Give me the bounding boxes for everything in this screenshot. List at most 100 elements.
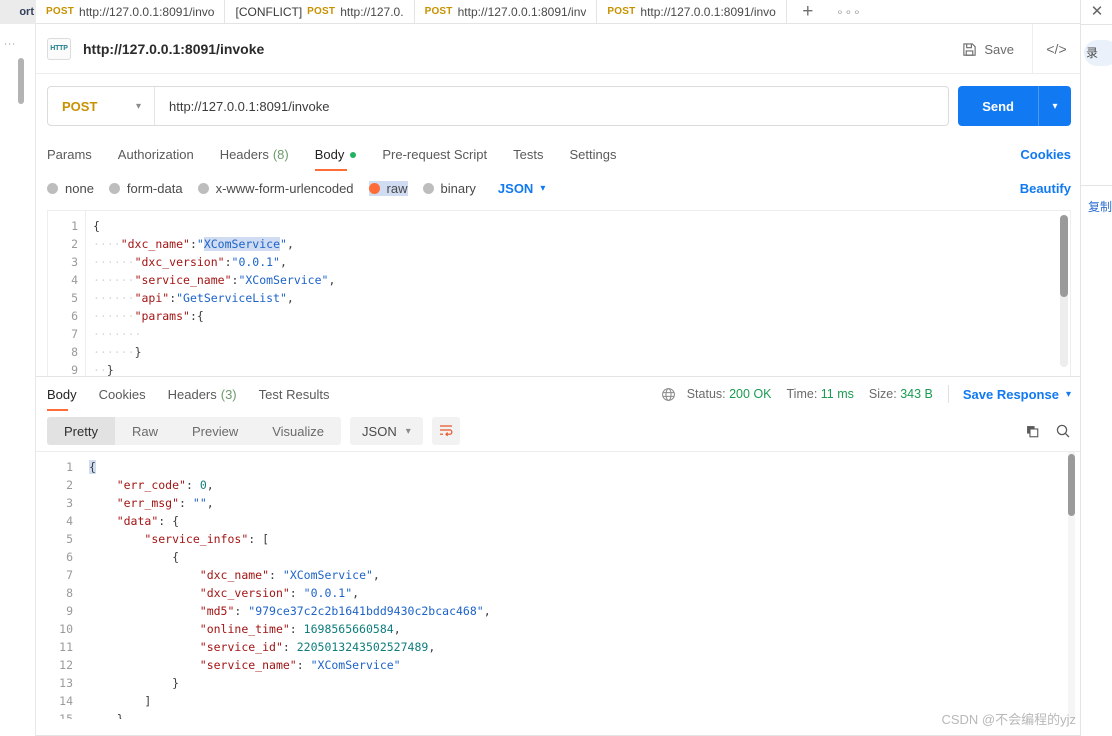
response-view-preview[interactable]: Preview: [175, 417, 255, 445]
request-tab-method: POST: [607, 6, 636, 17]
request-pane: HTTP http://127.0.0.1:8091/invoke Save <: [36, 24, 1080, 736]
postman-window: ort ∙∙∙ POST http://127.0.0.1:8091/invo …: [0, 0, 1112, 736]
body-format-value: JSON: [497, 180, 534, 196]
radio-icon: [108, 182, 120, 194]
http-protocol-icon: HTTP: [47, 37, 71, 60]
url-bar: POST ▾ Send ▾: [36, 74, 1080, 138]
edge-record-chip[interactable]: 录: [1084, 40, 1112, 66]
search-button[interactable]: [1055, 423, 1071, 439]
size-badge: Size: 343 B: [869, 387, 933, 401]
method-dropdown[interactable]: POST ▾: [48, 87, 155, 125]
right-edge-panel: ✕ 录 复制: [1080, 0, 1112, 736]
tab-pre-request-script[interactable]: Pre-request Script: [382, 138, 487, 171]
chevron-down-icon: ▾: [405, 425, 411, 437]
body-type-binary[interactable]: binary: [422, 180, 476, 196]
tab-headers[interactable]: Headers (8): [220, 138, 289, 171]
tab-headers-count: (8): [272, 147, 289, 162]
response-pane: Body Cookies Headers (3) Test Results St…: [36, 376, 1080, 719]
request-tab-url: http://127.0.0.1:8091/invo: [640, 4, 776, 19]
save-button[interactable]: Save: [954, 24, 1032, 74]
response-tab-cookies[interactable]: Cookies: [99, 378, 146, 411]
radio-icon: [422, 182, 434, 194]
url-input[interactable]: [155, 87, 949, 125]
new-tab-button[interactable]: +: [787, 0, 829, 23]
request-tab-url: http://127.0.: [340, 4, 404, 19]
tab-body[interactable]: Body: [314, 138, 357, 171]
request-tab-url: http://127.0.0.1:8091/inv: [457, 4, 587, 19]
body-type-none-label: none: [65, 180, 94, 196]
response-editor-content[interactable]: { "err_code": 0, "err_msg": "", "data": …: [83, 452, 1060, 719]
tab-settings-label: Settings: [569, 147, 617, 162]
request-editor-scrollbar-thumb[interactable]: [1060, 215, 1068, 297]
time-value: 11 ms: [820, 387, 854, 401]
body-type-none[interactable]: none: [47, 181, 94, 196]
response-editor-gutter: 1 2 3 4 5 6 7 8 9 10 11 12 13 14 15: [36, 452, 82, 719]
save-response-label: Save Response: [962, 386, 1059, 402]
status-label: Status:: [686, 387, 726, 401]
request-tab-url: http://127.0.0.1:8091/invo: [79, 4, 215, 19]
save-response-button[interactable]: Save Response ▾: [963, 387, 1071, 402]
body-type-raw[interactable]: raw: [368, 180, 408, 196]
sidebar-more-icon[interactable]: ∙∙∙: [4, 38, 16, 50]
request-tab[interactable]: [CONFLICT] POST http://127.0.: [225, 0, 415, 23]
request-tab-method: POST: [424, 6, 453, 17]
code-snippet-button[interactable]: </>: [1032, 24, 1080, 74]
request-body-editor[interactable]: 1 2 3 4 5 6 7 8 9 { ····"dxc_name":"XCom…: [47, 210, 1071, 376]
send-options-button[interactable]: ▾: [1038, 86, 1071, 126]
response-view-raw[interactable]: Raw: [115, 417, 175, 445]
body-type-form-data[interactable]: form-data: [108, 180, 183, 196]
globe-icon: [661, 387, 676, 402]
browser-tab-fragment[interactable]: ort: [0, 0, 36, 24]
response-tab-test-results[interactable]: Test Results: [259, 378, 330, 411]
radio-icon: [47, 182, 58, 194]
sidebar-scrollbar[interactable]: [18, 58, 24, 104]
chevron-down-icon: ▾: [1065, 388, 1071, 400]
status-badge: Status: 200 OK: [687, 387, 772, 401]
send-button[interactable]: Send: [958, 86, 1038, 126]
request-tab-active[interactable]: POST http://127.0.0.1:8091/invo: [597, 0, 787, 23]
tab-bar-more-icon[interactable]: ∘∘∘: [829, 0, 869, 23]
response-tab-body[interactable]: Body: [47, 378, 77, 411]
request-tab[interactable]: POST http://127.0.0.1:8091/invo: [36, 0, 226, 23]
chevron-down-icon: ▾: [540, 182, 546, 194]
response-toolbar-actions: [1025, 411, 1071, 451]
response-toolbar: Pretty Raw Preview Visualize JSON ▾: [36, 411, 1080, 451]
response-tab-headers-count: (3): [220, 386, 237, 402]
beautify-link[interactable]: Beautify: [1020, 171, 1071, 205]
request-section-tabs: Params Authorization Headers (8) Body Pr…: [36, 138, 1080, 171]
cookies-link[interactable]: Cookies: [1020, 138, 1071, 171]
edge-copy-link[interactable]: 复制: [1088, 198, 1112, 215]
tab-settings[interactable]: Settings: [569, 138, 616, 171]
request-tab-conflict-badge: [CONFLICT]: [235, 4, 303, 19]
wrap-text-button[interactable]: [431, 417, 460, 445]
request-line-numbers: 1 2 3 4 5 6 7 8 9: [71, 219, 78, 376]
request-tab[interactable]: POST http://127.0.0.1:8091/inv: [414, 0, 598, 23]
size-value: 343 B: [900, 387, 933, 401]
close-icon[interactable]: ✕: [1088, 2, 1106, 20]
response-format-dropdown[interactable]: JSON ▾: [350, 417, 423, 445]
tab-params-label: Params: [47, 147, 92, 162]
tab-body-label: Body: [314, 147, 345, 162]
body-type-urlencoded[interactable]: x-www-form-urlencoded: [197, 180, 354, 196]
request-tab-method: POST: [307, 6, 336, 17]
body-format-dropdown[interactable]: JSON ▾: [498, 181, 545, 196]
response-view-visualize[interactable]: Visualize: [255, 417, 341, 445]
tab-params[interactable]: Params: [47, 138, 92, 171]
tab-authorization[interactable]: Authorization: [118, 138, 194, 171]
request-editor-gutter: 1 2 3 4 5 6 7 8 9: [48, 211, 86, 376]
page-title: http://127.0.0.1:8091/invoke: [83, 40, 265, 57]
body-type-form-data-label: form-data: [126, 180, 183, 196]
body-type-row: none form-data x-www-form-urlencoded raw…: [36, 171, 1080, 205]
response-view-pretty[interactable]: Pretty: [47, 417, 115, 445]
tab-tests[interactable]: Tests: [513, 138, 543, 171]
size-label: Size:: [868, 387, 897, 401]
body-type-urlencoded-label: x-www-form-urlencoded: [215, 180, 354, 196]
request-tab-method: POST: [46, 6, 75, 17]
response-view-switcher: Pretty Raw Preview Visualize: [47, 417, 342, 445]
response-scrollbar-thumb[interactable]: [1068, 454, 1075, 516]
body-type-binary-label: binary: [440, 180, 476, 196]
response-tab-headers[interactable]: Headers (3): [168, 378, 237, 411]
copy-button[interactable]: [1025, 424, 1040, 439]
request-editor-content[interactable]: { ····"dxc_name":"XComService", ······"d…: [87, 211, 1056, 376]
response-body-viewer[interactable]: 1 2 3 4 5 6 7 8 9 10 11 12 13 14 15 { "e…: [36, 451, 1080, 719]
